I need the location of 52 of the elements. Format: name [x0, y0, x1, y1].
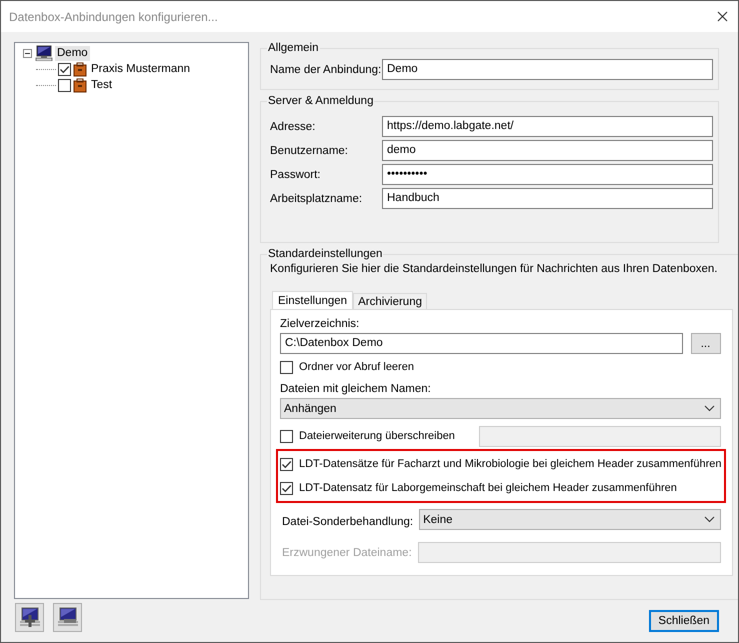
- group-title: Allgemein: [267, 42, 320, 54]
- checkbox-label: Dateierweiterung überschreiben: [299, 430, 455, 442]
- group-title: Server & Anmeldung: [267, 95, 374, 107]
- field-label: Datei-Sonderbehandlung:: [281, 516, 414, 528]
- tree-item[interactable]: Praxis Mustermann: [89, 62, 192, 76]
- input-field[interactable]: C:\Datenbox Demo: [280, 333, 682, 354]
- checkbox[interactable]: [58, 78, 71, 92]
- tree-item[interactable]: Demo: [55, 46, 90, 60]
- checkbox-label: LDT-Datensatz für Laborgemeinschaft bei gleichem Header zusammenführen: [299, 482, 677, 494]
- tab[interactable]: Einstellungen: [272, 291, 354, 309]
- computer-icon: [35, 45, 53, 61]
- field-label: Arbeitsplatzname:: [270, 192, 364, 204]
- group-title: Standardeinstellungen: [267, 248, 384, 260]
- close-icon[interactable]: [717, 11, 728, 22]
- input-field[interactable]: Handbuch: [382, 188, 713, 209]
- field-label: Dateien mit gleichem Namen:: [280, 383, 432, 395]
- checkbox-label: LDT-Datensätze für Facharzt und Mikrobiologie bei gleichem Header zusammenführen: [299, 458, 722, 470]
- input-field[interactable]: https://demo.labgate.net/: [382, 116, 713, 137]
- checkbox[interactable]: [280, 360, 293, 374]
- field-label: Erzwungener Dateiname:: [281, 546, 413, 558]
- dropdown-value: Keine: [423, 514, 452, 526]
- input-field[interactable]: [478, 426, 720, 446]
- add-computer-button[interactable]: [15, 603, 44, 632]
- dropdown-value: Anhängen: [284, 402, 336, 414]
- checkbox-label: Ordner vor Abruf leeren: [299, 361, 414, 373]
- checkbox[interactable]: [280, 458, 293, 470]
- caret-icon: [704, 405, 714, 412]
- input-field[interactable]: Demo: [382, 59, 713, 80]
- checkbox[interactable]: [280, 482, 293, 494]
- field-label: Zielverzeichnis:: [280, 318, 360, 330]
- tree-item[interactable]: Test: [89, 78, 114, 92]
- input-field[interactable]: ••••••••••: [382, 164, 713, 185]
- input-field[interactable]: demo: [382, 140, 713, 161]
- description-text: Konfigurieren Sie hier die Standardeinstellungen für Nachrichten aus Ihren Datenboxen.: [270, 263, 719, 275]
- close-button[interactable]: Schließen: [649, 610, 719, 632]
- tab[interactable]: Archivierung: [353, 293, 427, 309]
- caret-icon: [704, 516, 714, 523]
- briefcase-icon: [73, 62, 87, 76]
- briefcase-icon: [73, 78, 87, 92]
- field-label: Adresse:: [270, 120, 316, 132]
- remove-computer-button[interactable]: [53, 603, 82, 632]
- field-label: Benutzername:: [270, 144, 349, 156]
- collapse-icon[interactable]: [23, 48, 32, 58]
- checkbox[interactable]: [280, 430, 293, 442]
- input-field[interactable]: [418, 542, 720, 563]
- dropdown[interactable]: Anhängen: [280, 398, 720, 419]
- field-label: Name der Anbindung:: [270, 64, 382, 76]
- field-label: Passwort:: [270, 168, 322, 180]
- checkbox[interactable]: [58, 62, 71, 76]
- browse-button[interactable]: ...: [690, 333, 720, 354]
- dropdown[interactable]: Keine: [419, 509, 720, 530]
- window-title: Datenbox-Anbindungen konfigurieren...: [9, 10, 218, 24]
